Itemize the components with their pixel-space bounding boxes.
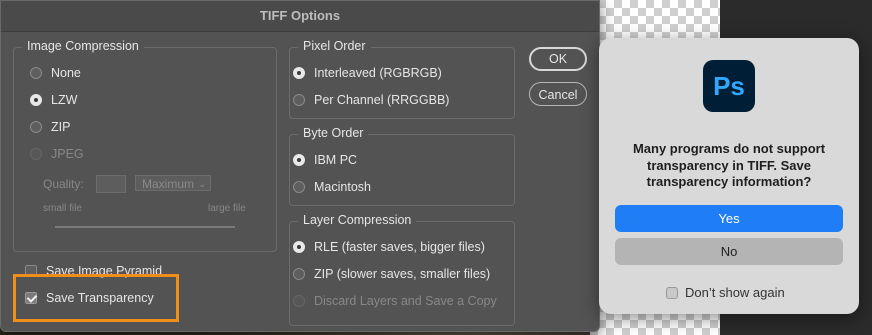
radio-button[interactable] [293, 94, 305, 106]
byte-order-group: Byte Order [289, 126, 515, 206]
byte-order-title: Byte Order [298, 126, 369, 140]
radio-button[interactable] [30, 121, 42, 133]
compression-jpeg-option[interactable]: JPEG [30, 147, 84, 161]
alert-message: Many programs do not support transparenc… [632, 141, 826, 189]
option-label: IBM PC [314, 153, 358, 167]
option-label: Discard Layers and Save a Copy [314, 294, 497, 308]
option-label: ZIP (slower saves, smaller files) [314, 267, 491, 281]
pixel-order-per-channel-option[interactable]: Per Channel (RRGGBB) [293, 93, 449, 107]
option-label: RLE (faster saves, bigger files) [314, 240, 485, 254]
pixel-order-group: Pixel Order [289, 39, 515, 119]
no-button[interactable]: No [615, 238, 843, 265]
checkbox[interactable] [666, 286, 678, 299]
compression-lzw-option[interactable]: LZW [30, 93, 77, 107]
radio-button[interactable] [293, 268, 305, 280]
radio-button-disabled[interactable] [30, 148, 42, 160]
radio-button-selected[interactable] [293, 241, 305, 253]
quality-input[interactable] [96, 175, 126, 193]
quality-preset-value: Maximum [142, 177, 195, 191]
image-compression-title: Image Compression [22, 39, 144, 53]
small-file-label: small file [43, 203, 82, 214]
chevron-down-icon: ⌄ [198, 179, 206, 189]
radio-button-selected[interactable] [293, 67, 305, 79]
radio-button-disabled[interactable] [293, 295, 305, 307]
option-label: Per Channel (RRGGBB) [314, 93, 450, 107]
checkbox-label: Don’t show again [685, 285, 785, 300]
byte-order-ibm-option[interactable]: IBM PC [293, 153, 357, 167]
compression-none-option[interactable]: None [30, 66, 81, 80]
dialog-title: TIFF Options [1, 1, 599, 32]
yes-button[interactable]: Yes [615, 205, 843, 232]
option-label: JPEG [51, 147, 84, 161]
discard-layers-option[interactable]: Discard Layers and Save a Copy [293, 294, 497, 308]
cancel-button[interactable]: Cancel [529, 82, 587, 106]
option-label: LZW [51, 93, 78, 107]
compression-zip-option[interactable]: ZIP [30, 120, 70, 134]
option-label: Interleaved (RGBRGB) [314, 66, 442, 80]
pixel-order-interleaved-option[interactable]: Interleaved (RGBRGB) [293, 66, 442, 80]
photoshop-app-icon: Ps [703, 60, 755, 112]
option-label: None [51, 66, 81, 80]
quality-slider[interactable] [55, 226, 235, 228]
byte-order-mac-option[interactable]: Macintosh [293, 180, 371, 194]
radio-button-selected[interactable] [293, 154, 305, 166]
radio-button[interactable] [30, 67, 42, 79]
quality-preset-select[interactable]: Maximum ⌄ [135, 175, 211, 191]
layer-compression-title: Layer Compression [298, 213, 417, 227]
ok-button[interactable]: OK [529, 47, 587, 71]
annotation-highlight-box [13, 274, 179, 322]
layer-compression-rle-option[interactable]: RLE (faster saves, bigger files) [293, 240, 485, 254]
option-label: Macintosh [314, 180, 371, 194]
radio-button[interactable] [293, 181, 305, 193]
dont-show-again-checkbox[interactable]: Don’t show again [666, 285, 785, 300]
option-label: ZIP [51, 120, 71, 134]
pixel-order-title: Pixel Order [298, 39, 371, 53]
large-file-label: large file [208, 203, 246, 214]
tiff-options-dialog: TIFF Options Image Compression None LZW … [0, 0, 600, 332]
transparency-alert-dialog: Ps Many programs do not support transpar… [599, 38, 859, 314]
layer-compression-zip-option[interactable]: ZIP (slower saves, smaller files) [293, 267, 490, 281]
quality-label: Quality: [43, 177, 84, 191]
radio-button-selected[interactable] [30, 94, 42, 106]
